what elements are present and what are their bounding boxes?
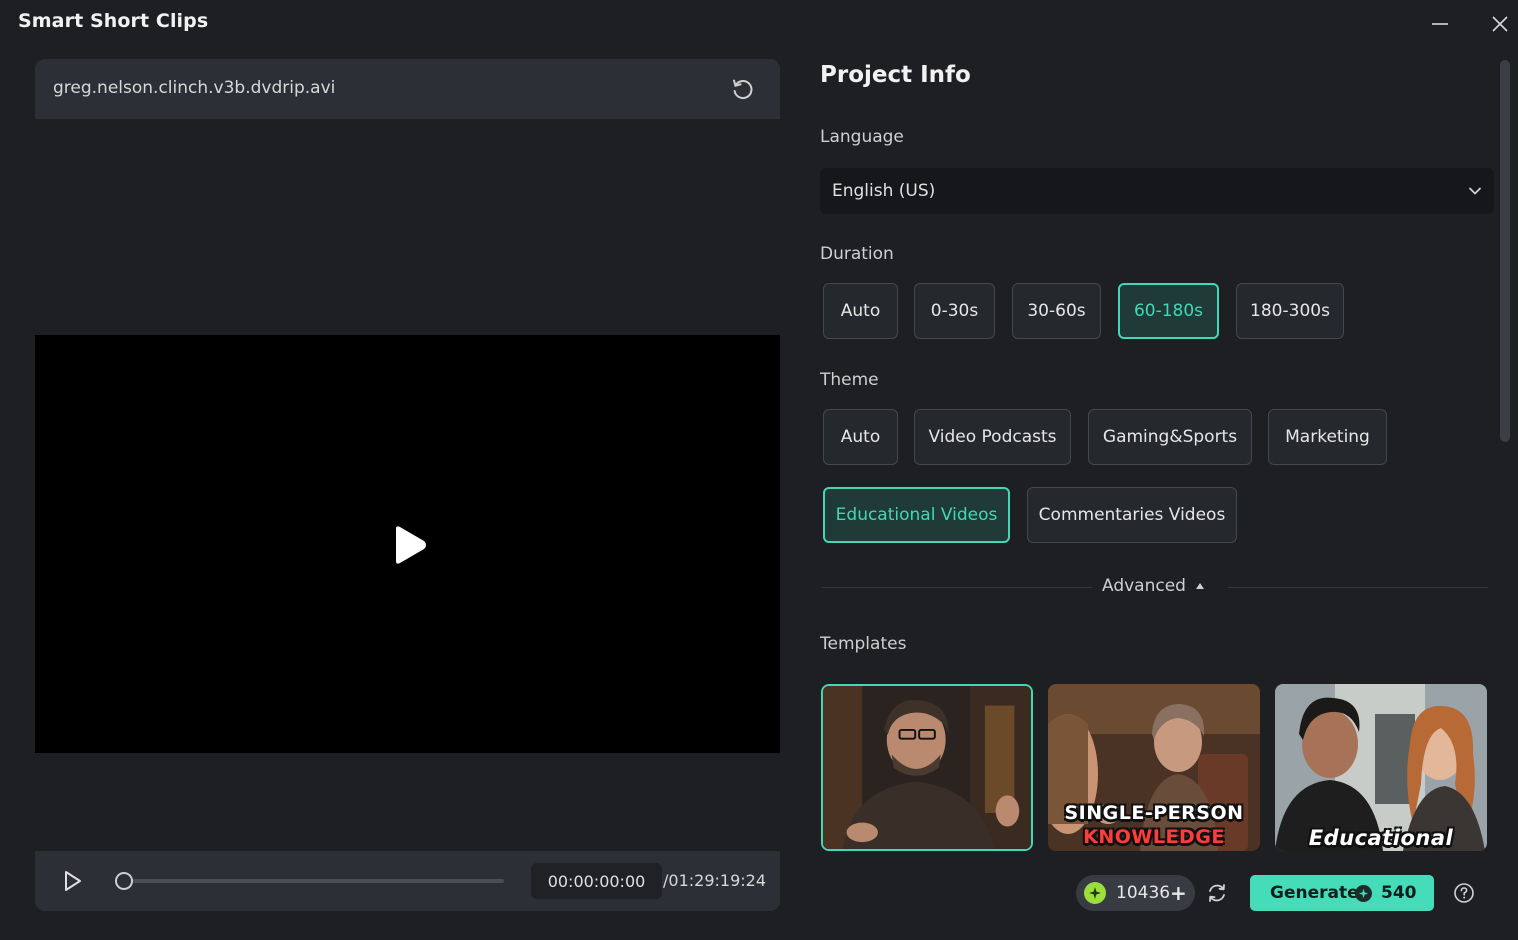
- panel-title: Project Info: [820, 62, 971, 88]
- file-bar: greg.nelson.clinch.v3b.dvdrip.avi: [35, 59, 780, 119]
- plus-icon: +: [1170, 881, 1187, 905]
- divider: [1228, 587, 1488, 588]
- generate-button[interactable]: Generate 540: [1250, 875, 1434, 911]
- theme-video-podcasts-option[interactable]: Video Podcasts: [914, 409, 1071, 465]
- duration-0-30s-option[interactable]: 0-30s: [914, 283, 995, 339]
- file-name: greg.nelson.clinch.v3b.dvdrip.avi: [53, 78, 336, 98]
- credits-balance-button[interactable]: 10436 +: [1076, 875, 1195, 911]
- duration-auto-option[interactable]: Auto: [823, 283, 898, 339]
- playback-controls: 00:00:00:00 /01:29:19:24: [35, 851, 780, 911]
- duration-label: Duration: [820, 244, 894, 264]
- play-button[interactable]: [59, 868, 85, 894]
- video-area: [35, 119, 780, 851]
- duration-30-60s-option[interactable]: 30-60s: [1012, 283, 1101, 339]
- generate-label: Generate: [1270, 883, 1359, 903]
- advanced-toggle[interactable]: Advanced: [1102, 576, 1204, 596]
- divider: [822, 587, 1092, 588]
- help-icon[interactable]: [1453, 882, 1475, 904]
- coin-icon: [1355, 885, 1372, 902]
- panel-scrollbar[interactable]: [1500, 60, 1510, 442]
- sync-icon[interactable]: [1205, 881, 1229, 905]
- template-card-1[interactable]: [821, 684, 1033, 851]
- seek-thumb[interactable]: [115, 872, 133, 890]
- generate-cost: 540: [1381, 883, 1417, 903]
- duration-60-180s-option[interactable]: 60-180s: [1118, 283, 1219, 339]
- total-duration: /01:29:19:24: [663, 871, 766, 890]
- template-caption: Educational: [1308, 826, 1454, 850]
- templates-label: Templates: [820, 634, 907, 654]
- theme-educational-videos-option[interactable]: Educational Videos: [823, 487, 1010, 543]
- theme-label: Theme: [820, 370, 879, 390]
- duration-180-300s-option[interactable]: 180-300s: [1236, 283, 1344, 339]
- video-preview-panel: greg.nelson.clinch.v3b.dvdrip.avi 00:00:…: [35, 59, 780, 911]
- chevron-down-icon: [1469, 187, 1481, 195]
- template-caption-line1: SINGLE-PERSON: [1064, 802, 1244, 824]
- template-caption-line2: KNOWLEDGE: [1083, 826, 1225, 848]
- refresh-icon[interactable]: [729, 75, 757, 103]
- language-label: Language: [820, 127, 904, 147]
- language-value: English (US): [832, 181, 936, 201]
- theme-commentaries-videos-option[interactable]: Commentaries Videos: [1027, 487, 1237, 543]
- video-frame[interactable]: [35, 335, 780, 753]
- coin-icon: [1084, 882, 1106, 904]
- template-thumbnail: [823, 686, 1031, 849]
- play-icon: [65, 871, 81, 891]
- project-info-panel: Project Info Language English (US) Durat…: [820, 0, 1500, 940]
- language-select[interactable]: English (US): [820, 168, 1494, 214]
- play-overlay-icon[interactable]: [390, 523, 430, 567]
- window-title: Smart Short Clips: [18, 10, 209, 32]
- current-time[interactable]: 00:00:00:00: [531, 863, 662, 899]
- template-card-2[interactable]: SINGLE-PERSON KNOWLEDGE: [1048, 684, 1260, 851]
- credits-value: 10436: [1116, 883, 1171, 903]
- caret-up-icon: [1195, 583, 1204, 589]
- theme-marketing-option[interactable]: Marketing: [1268, 409, 1387, 465]
- theme-gaming-sports-option[interactable]: Gaming&Sports: [1088, 409, 1252, 465]
- template-card-3[interactable]: Educational: [1275, 684, 1487, 851]
- seek-track[interactable]: [123, 879, 504, 883]
- advanced-label: Advanced: [1102, 576, 1186, 596]
- theme-auto-option[interactable]: Auto: [823, 409, 898, 465]
